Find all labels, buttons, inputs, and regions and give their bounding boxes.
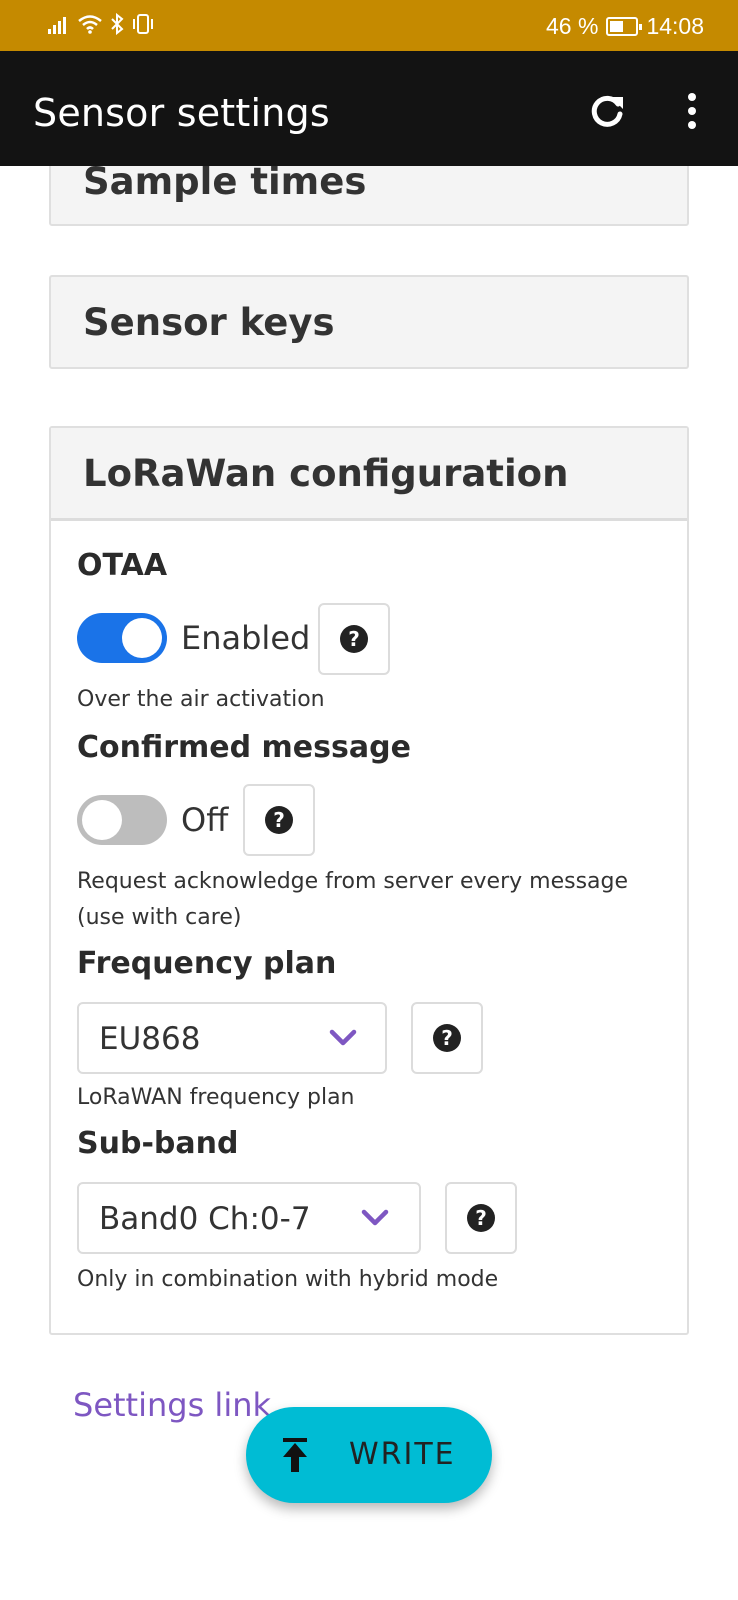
frequency-plan-value: EU868 bbox=[99, 1021, 201, 1057]
confirmed-message-toggle[interactable] bbox=[77, 795, 167, 845]
confirmed-message-label: Confirmed message bbox=[77, 730, 411, 765]
status-icons bbox=[48, 13, 155, 35]
vibrate-icon bbox=[133, 14, 153, 34]
more-vert-icon-dot bbox=[688, 93, 696, 101]
panel-header-lorawan[interactable]: LoRaWan configuration bbox=[51, 428, 687, 521]
help-icon: ? bbox=[433, 1024, 461, 1052]
wifi-icon bbox=[78, 15, 102, 34]
chevron-down-icon bbox=[329, 1029, 357, 1046]
help-icon: ? bbox=[467, 1204, 495, 1232]
upload-icon bbox=[283, 1438, 307, 1472]
status-right: 46 % 14:08 bbox=[546, 13, 704, 40]
sub-band-value: Band0 Ch:0-7 bbox=[99, 1201, 311, 1237]
panel-title-lorawan: LoRaWan configuration bbox=[83, 452, 569, 495]
more-options-button[interactable] bbox=[680, 88, 704, 134]
panel-sample-times[interactable]: Sample times bbox=[49, 166, 689, 226]
signal-icon bbox=[48, 17, 66, 34]
bluetooth-icon bbox=[111, 13, 124, 35]
confirmed-help-button[interactable]: ? bbox=[243, 784, 315, 856]
settings-content[interactable]: Sample times Sensor keys LoRaWan configu… bbox=[0, 166, 738, 1600]
panel-title-sensor-keys: Sensor keys bbox=[83, 301, 335, 344]
frequency-plan-label: Frequency plan bbox=[77, 946, 337, 981]
refresh-icon bbox=[591, 95, 623, 127]
more-vert-icon-dot bbox=[688, 121, 696, 129]
write-button-label: WRITE bbox=[349, 1437, 456, 1472]
toggle-knob bbox=[122, 618, 162, 658]
page-title: Sensor settings bbox=[33, 91, 330, 135]
panel-lorawan: LoRaWan configuration OTAA Enabled ? Ove… bbox=[49, 426, 689, 1335]
settings-link[interactable]: Settings link bbox=[73, 1386, 271, 1424]
battery-percent: 46 % bbox=[546, 13, 599, 39]
frequency-plan-select[interactable]: EU868 bbox=[77, 1002, 387, 1074]
write-button[interactable]: WRITE bbox=[246, 1407, 492, 1503]
clock: 14:08 bbox=[646, 13, 704, 39]
battery-icon bbox=[606, 17, 643, 36]
otaa-toggle[interactable] bbox=[77, 613, 167, 663]
help-icon: ? bbox=[340, 625, 368, 653]
frequency-plan-help-button[interactable]: ? bbox=[411, 1002, 483, 1074]
more-vert-icon-dot bbox=[688, 107, 696, 115]
sub-band-label: Sub-band bbox=[77, 1126, 239, 1161]
otaa-state-label: Enabled bbox=[181, 619, 311, 657]
otaa-label: OTAA bbox=[77, 548, 168, 583]
confirmed-hint-line2: (use with care) bbox=[77, 905, 242, 930]
otaa-hint: Over the air activation bbox=[77, 687, 325, 712]
otaa-help-button[interactable]: ? bbox=[318, 603, 390, 675]
sub-band-help-button[interactable]: ? bbox=[445, 1182, 517, 1254]
panel-title-sample-times: Sample times bbox=[83, 166, 367, 203]
sub-band-select[interactable]: Band0 Ch:0-7 bbox=[77, 1182, 421, 1254]
frequency-plan-hint: LoRaWAN frequency plan bbox=[77, 1085, 355, 1110]
help-icon: ? bbox=[265, 806, 293, 834]
panel-sensor-keys[interactable]: Sensor keys bbox=[49, 275, 689, 369]
confirmed-state-label: Off bbox=[181, 801, 229, 839]
confirmed-hint-line1: Request acknowledge from server every me… bbox=[77, 869, 629, 894]
refresh-button[interactable] bbox=[585, 89, 629, 133]
status-bar: 46 % 14:08 bbox=[0, 0, 738, 51]
app-bar: Sensor settings bbox=[0, 51, 738, 166]
chevron-down-icon bbox=[361, 1209, 389, 1226]
sub-band-hint: Only in combination with hybrid mode bbox=[77, 1267, 499, 1292]
toggle-knob bbox=[82, 800, 122, 840]
